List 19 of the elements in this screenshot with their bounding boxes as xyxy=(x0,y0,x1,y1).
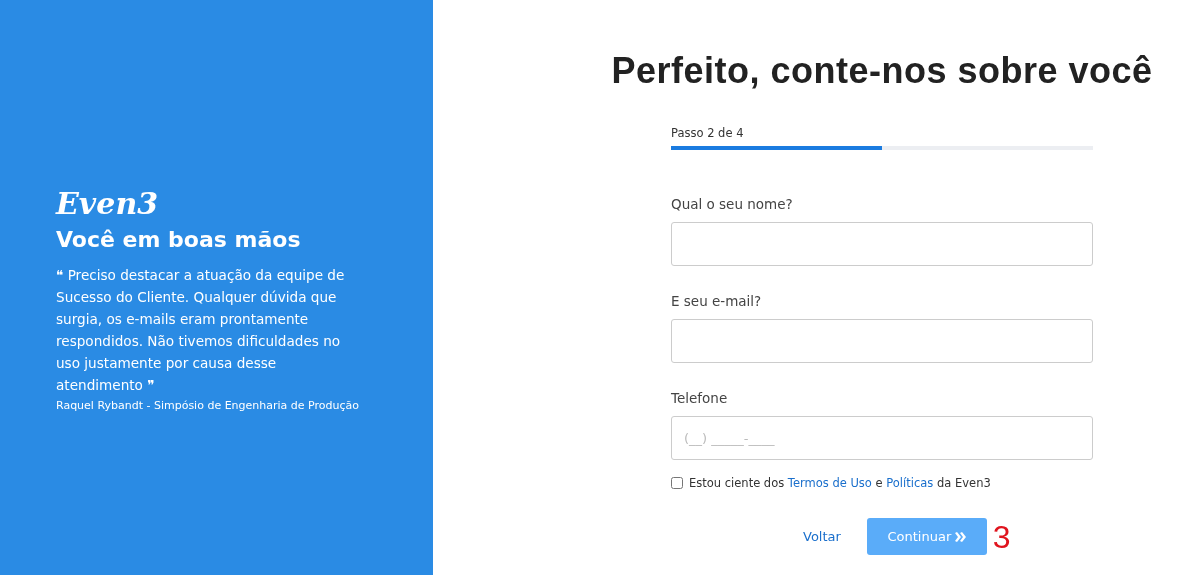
step-label: Passo 2 de 4 xyxy=(671,125,745,141)
testimonial-author: Raquel Rybandt - Simpósio de Engenharia de Produção xyxy=(56,397,360,414)
logo: Even3 xyxy=(56,186,160,221)
annotation-number: 3 xyxy=(992,518,1011,555)
field-label: Telefone xyxy=(671,389,729,407)
terms-link[interactable]: Termos de Uso xyxy=(787,476,872,490)
sidebar-heading: Você em boas mãos xyxy=(56,226,302,252)
back-link[interactable]: Voltar xyxy=(803,529,841,544)
consent-text: Estou ciente dos Termos de Uso e Políticas da Even3 xyxy=(689,476,991,490)
input-field[interactable]: (__) _____-____ xyxy=(671,416,1093,460)
terms-link[interactable]: Políticas xyxy=(886,476,934,490)
checkbox[interactable] xyxy=(671,477,683,489)
input-field[interactable] xyxy=(671,222,1093,266)
field-label: E seu e-mail? xyxy=(671,292,763,310)
field-label: Qual o seu nome? xyxy=(671,195,794,213)
input-field[interactable] xyxy=(671,319,1093,363)
testimonial-text: ❝ Preciso destacar a atuação da equipe de Sucesso do Cliente. Qualquer dúvida que surgia, os e-mails eram prontamente respondidos. Não tivemos dificuldades no uso justamente por causa desse atendimento ❞ xyxy=(56,265,346,395)
page-title: Perfeito, conte-nos sobre você xyxy=(611,50,1153,92)
double-chevron-icon xyxy=(955,531,967,542)
